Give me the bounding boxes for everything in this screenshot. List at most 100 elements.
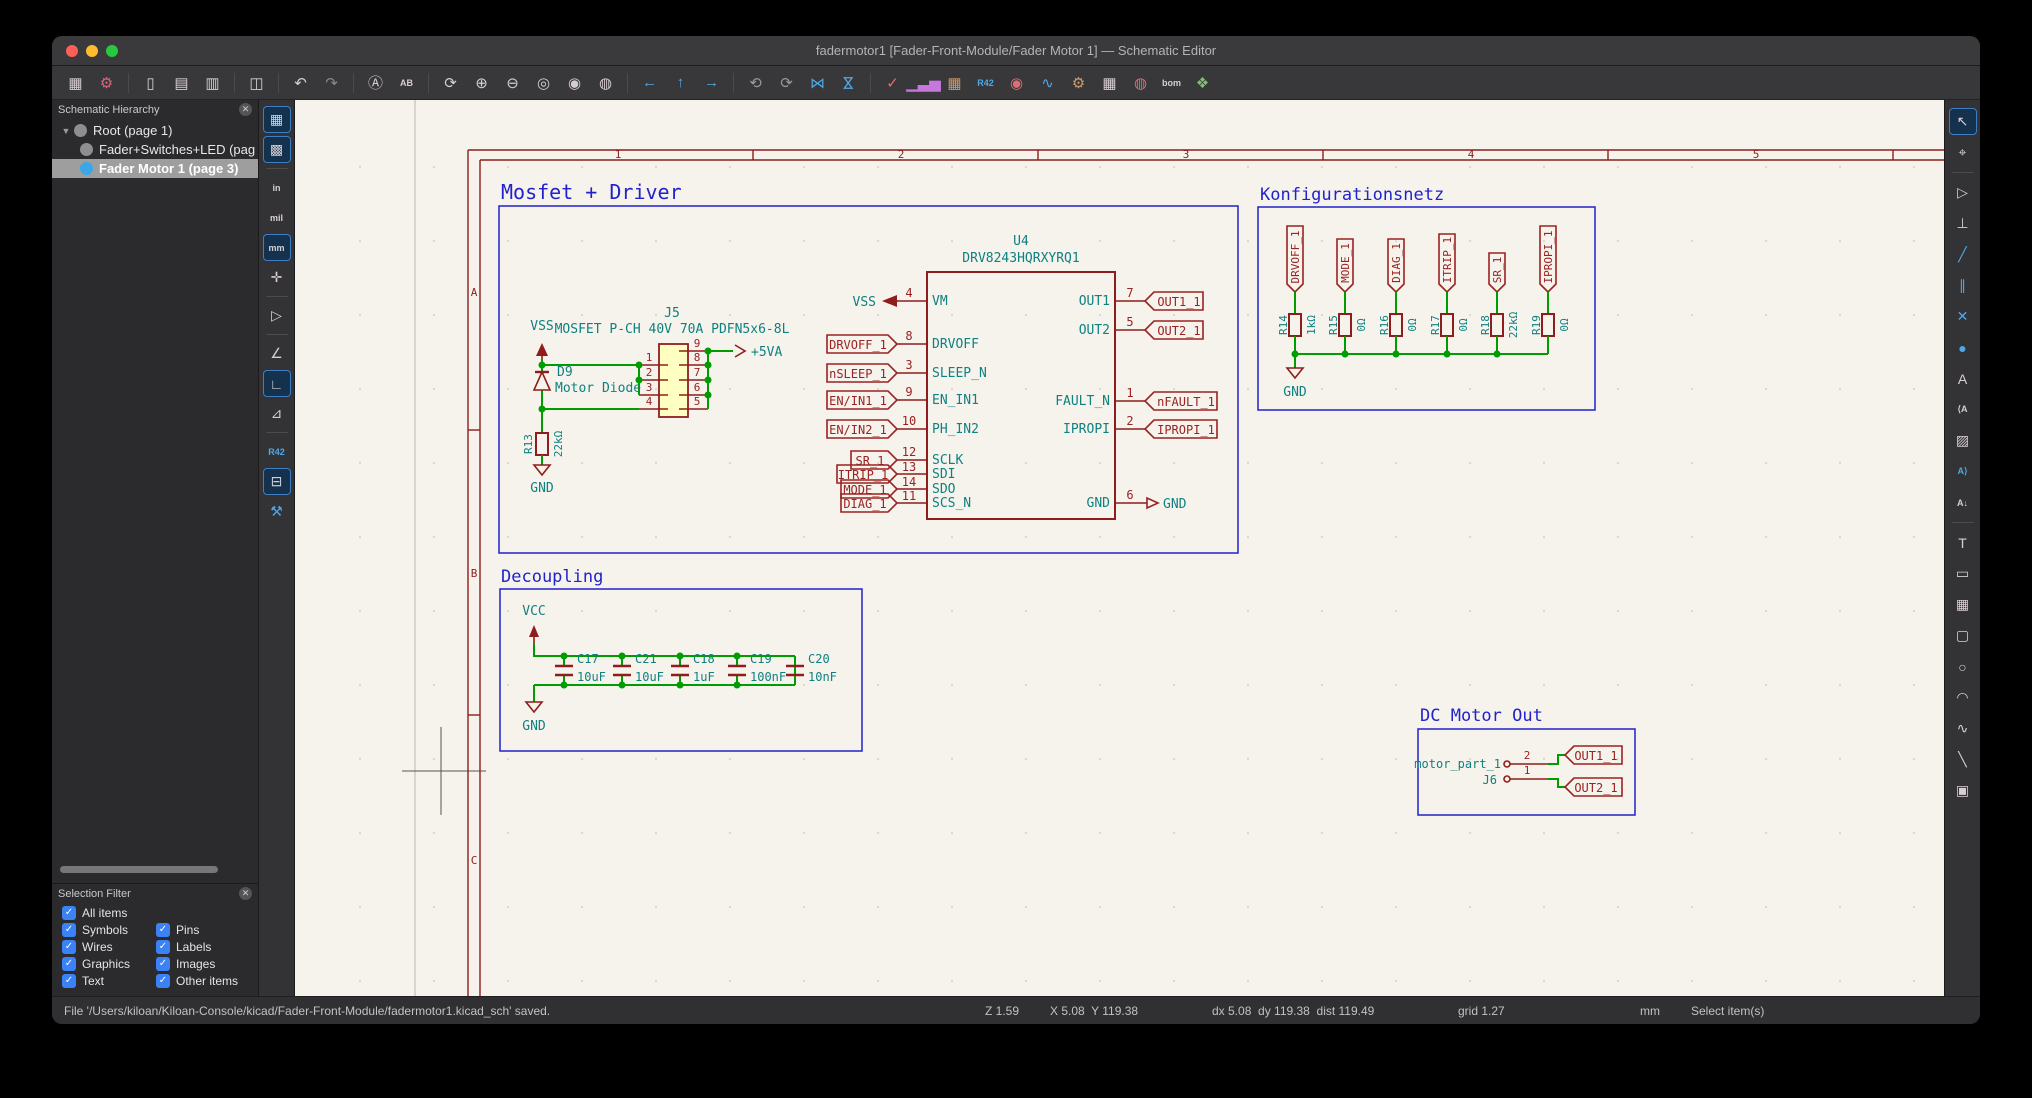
global-labels-u4-right[interactable]: OUT1_1 OUT2_1 nFAULT_1 IPROPI_1 GND xyxy=(1145,292,1217,512)
branch-sr[interactable]: SR_1 R18 22kΩ xyxy=(1479,253,1520,354)
nav-forward-button[interactable]: → xyxy=(698,70,725,96)
cap-c19[interactable]: C19 100nF xyxy=(728,652,786,689)
refresh-view-button[interactable]: ⟳ xyxy=(437,70,464,96)
rotate-cw-button[interactable]: ⟳ xyxy=(773,70,800,96)
filter-labels[interactable]: ✓Labels xyxy=(156,940,250,954)
select-tool-button[interactable]: ↖ xyxy=(1949,108,1977,135)
sheet-item-0[interactable]: ▼Root (page 1) xyxy=(52,121,258,140)
checkbox-checked-icon[interactable]: ✓ xyxy=(62,940,76,954)
erc-button[interactable]: ✓ xyxy=(879,70,906,96)
checkbox-checked-icon[interactable]: ✓ xyxy=(62,923,76,937)
konfig-branches[interactable]: DRVOFF_1 R14 1kΩ MODE_1 R15 xyxy=(1277,226,1571,354)
power-vss-j5[interactable]: VSS xyxy=(530,319,553,360)
filter-text[interactable]: ✓Text xyxy=(62,974,156,988)
branch-mode[interactable]: MODE_1 R15 0Ω xyxy=(1327,239,1368,354)
grid-overrides-button[interactable]: ▩ xyxy=(263,136,291,163)
paste-button[interactable]: ◫ xyxy=(243,70,270,96)
checkbox-checked-icon[interactable]: ✓ xyxy=(62,974,76,988)
symbol-j5-mosfet[interactable]: J5 MOSFET P-CH 40V 70A PDFN5x6-8L 1 2 3 … xyxy=(555,306,790,417)
filter-images[interactable]: ✓Images xyxy=(156,957,250,971)
symbol-fields-table-button[interactable]: ▦ xyxy=(1096,70,1123,96)
schematic-canvas[interactable]: 1 2 3 4 5 A B C Mosfet + Driver xyxy=(295,100,1944,996)
zoom-in-button[interactable]: ⊕ xyxy=(468,70,495,96)
checkbox-checked-icon[interactable]: ✓ xyxy=(156,940,170,954)
plot-button[interactable]: ▥ xyxy=(199,70,226,96)
wrench-tools-button[interactable]: ⚒ xyxy=(263,498,291,525)
assign-footprints-button[interactable]: ⚙ xyxy=(1065,70,1092,96)
plugins-button[interactable]: ❖ xyxy=(1189,70,1216,96)
add-image-button[interactable]: ▣ xyxy=(1949,777,1977,804)
add-arc-button[interactable]: ◠ xyxy=(1949,684,1977,711)
section-dc-motor-out[interactable]: DC Motor Out motor_part_1 J6 2 1 OUT1_1 … xyxy=(1414,706,1635,815)
checkbox-checked-icon[interactable]: ✓ xyxy=(62,906,76,920)
rotate-ccw-button[interactable]: ⟲ xyxy=(742,70,769,96)
selection-filter-close-icon[interactable]: ✕ xyxy=(239,887,252,900)
add-power-port-button[interactable]: ⊥ xyxy=(1949,210,1977,237)
hierarchy-horizontal-scrollbar[interactable] xyxy=(60,866,218,873)
hide-invisible-pins-button[interactable]: ▷ xyxy=(263,302,291,329)
nav-up-button[interactable]: ↑ xyxy=(667,70,694,96)
mirror-vertical-button[interactable]: ⋈ xyxy=(835,70,862,96)
wire-ortho-angle-button[interactable]: ∟ xyxy=(263,370,291,397)
branch-drvoff[interactable]: DRVOFF_1 R14 1kΩ xyxy=(1277,226,1318,354)
simulator-button[interactable]: ▁▃▅ xyxy=(910,70,937,96)
filter-all-items[interactable]: ✓All items xyxy=(62,906,250,920)
add-circle-button[interactable]: ○ xyxy=(1949,653,1977,680)
add-table-button[interactable]: ▦ xyxy=(1949,591,1977,618)
nav-back-button[interactable]: ← xyxy=(636,70,663,96)
mirror-horizontal-button[interactable]: ⋈ xyxy=(804,70,831,96)
add-no-connect-button[interactable]: ✕ xyxy=(1949,303,1977,330)
units-mils-button[interactable]: mil xyxy=(263,204,291,231)
add-hier-label-button[interactable]: A⟩ xyxy=(1949,458,1977,485)
zoom-out-button[interactable]: ⊖ xyxy=(499,70,526,96)
add-bus-button[interactable]: ∥ xyxy=(1949,272,1977,299)
schematic-drawing[interactable]: 1 2 3 4 5 A B C Mosfet + Driver xyxy=(295,100,1944,996)
zoom-fit-page-button[interactable]: ◎ xyxy=(530,70,557,96)
checkbox-checked-icon[interactable]: ✓ xyxy=(156,957,170,971)
filter-symbols[interactable]: ✓Symbols xyxy=(62,923,156,937)
symbol-u4-driver[interactable]: U4 DRV8243HQRXYRQ1 4 8 3 9 10 12 xyxy=(890,234,1147,519)
tree-expand-icon[interactable]: ▼ xyxy=(60,126,72,136)
filter-other-items[interactable]: ✓Other items xyxy=(156,974,250,988)
add-symbol-button[interactable]: ▷ xyxy=(1949,179,1977,206)
wire-45-angle-button[interactable]: ⊿ xyxy=(263,400,291,427)
cap-c17[interactable]: C17 10uF xyxy=(555,652,606,689)
checkbox-checked-icon[interactable]: ✓ xyxy=(62,957,76,971)
waveform-viewer-button[interactable]: ∿ xyxy=(1034,70,1061,96)
undo-button[interactable]: ↶ xyxy=(287,70,314,96)
grid-visibility-button[interactable]: ▦ xyxy=(263,106,291,133)
symbol-checker-button[interactable]: ◉ xyxy=(1003,70,1030,96)
zoom-fit-objects-button[interactable]: ◉ xyxy=(561,70,588,96)
cursor-full-crosshair-button[interactable]: ✛ xyxy=(263,264,291,291)
symbol-r13[interactable]: R13 22kΩ xyxy=(522,430,565,465)
cap-c18[interactable]: C18 1uF xyxy=(671,652,715,689)
annotate-auto-button[interactable]: R42 xyxy=(263,438,291,465)
units-inches-button[interactable]: in xyxy=(263,174,291,201)
power-vss-u4[interactable]: VSS xyxy=(853,295,897,310)
branch-diag[interactable]: DIAG_1 R16 0Ω xyxy=(1378,239,1419,354)
print-button[interactable]: ▤ xyxy=(168,70,195,96)
sim-settings-button[interactable]: ▦ xyxy=(941,70,968,96)
add-junction-button[interactable]: ● xyxy=(1949,334,1977,361)
highlight-net-button[interactable]: ⌖ xyxy=(1949,139,1977,166)
section-konfigurationsnetz[interactable]: Konfigurationsnetz GND xyxy=(1258,185,1595,410)
find-replace-button[interactable]: AB xyxy=(393,70,420,96)
power-5va[interactable]: +5VA xyxy=(735,345,782,360)
branch-itrip[interactable]: ITRIP_1 R17 0Ω xyxy=(1429,234,1470,354)
add-line-button[interactable]: ╲ xyxy=(1949,746,1977,773)
cap-c21[interactable]: C21 10uF xyxy=(613,652,664,689)
import-sheet-pin-button[interactable]: A↓ xyxy=(1949,489,1977,516)
schematic-setup-button[interactable]: ⚙ xyxy=(93,70,120,96)
checkbox-checked-icon[interactable]: ✓ xyxy=(156,923,170,937)
find-button[interactable]: Ⓐ xyxy=(362,70,389,96)
add-wire-button[interactable]: ╱ xyxy=(1949,241,1977,268)
filter-graphics[interactable]: ✓Graphics xyxy=(62,957,156,971)
branch-ipropi[interactable]: IPROPI_1 R19 0Ω xyxy=(1530,226,1571,354)
add-global-label-button[interactable]: ⟨A xyxy=(1949,396,1977,423)
add-net-label-button[interactable]: A xyxy=(1949,365,1977,392)
save-button[interactable]: ▦ xyxy=(62,70,89,96)
wire-free-angle-button[interactable]: ∠ xyxy=(263,340,291,367)
sheet-item-2[interactable]: Fader Motor 1 (page 3) xyxy=(52,159,258,178)
add-hier-sheet-button[interactable]: ▨ xyxy=(1949,427,1977,454)
bom-button[interactable]: bom xyxy=(1158,70,1185,96)
